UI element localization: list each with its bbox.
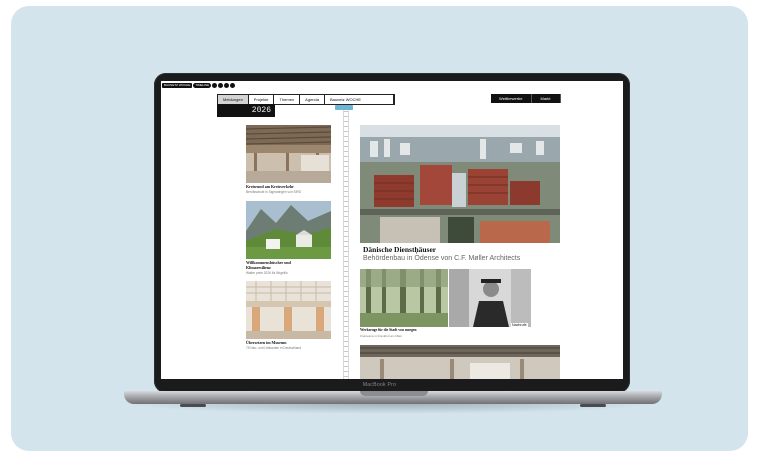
site-logo[interactable]: BAUNETZ WOCHE TIMELINE bbox=[162, 82, 236, 88]
article-subtitle: Walter preis 2026 für Brigellio bbox=[246, 271, 288, 275]
laptop-foot bbox=[180, 404, 206, 407]
article-subtitle: 75 Neu- und Umbauten in Deutschland bbox=[246, 346, 302, 350]
article-title[interactable]: Werkzeuge für die Stadt von morgen bbox=[360, 328, 417, 332]
article-image-interior[interactable] bbox=[360, 345, 560, 379]
device-model-label: MacBook Pro bbox=[362, 382, 397, 388]
article-title[interactable]: Kreisrund am Kreisverkehr bbox=[246, 184, 332, 189]
article-image-forest[interactable] bbox=[360, 269, 448, 327]
feature-subtitle: Behördenbau in Odense von C.F. Møller Ar… bbox=[363, 255, 521, 262]
laptop-notch bbox=[360, 391, 428, 396]
wood-roof-image bbox=[246, 125, 331, 183]
laptop-screen: BAUNETZ WOCHE TIMELINE Meldungen Projekt… bbox=[161, 81, 623, 379]
logo-text: BAUNETZ WOCHE bbox=[162, 82, 193, 88]
nachrufe-label[interactable]: Nachrufe bbox=[511, 323, 528, 327]
article-image-mountain-house[interactable] bbox=[246, 201, 331, 259]
feature-image-aerial-city[interactable] bbox=[360, 125, 560, 243]
forest-image bbox=[360, 269, 448, 327]
interior-image bbox=[360, 345, 560, 379]
museum-atrium-image bbox=[246, 281, 331, 339]
article-subtitle: Berufsschule in Sigmaringen von SIRO bbox=[246, 190, 302, 194]
timeline-marker[interactable] bbox=[335, 105, 353, 110]
circle-icon bbox=[224, 82, 230, 88]
laptop-foot bbox=[580, 404, 606, 407]
nav-markt[interactable]: Markt bbox=[531, 94, 561, 103]
feature-title[interactable]: Dänische Dienstḥäuser bbox=[363, 245, 436, 254]
nav-themen[interactable]: Themen bbox=[274, 95, 301, 104]
circle-icon bbox=[230, 82, 236, 88]
article-image-wood-roof[interactable] bbox=[246, 125, 331, 183]
circle-icon bbox=[218, 82, 224, 88]
nav-agenda[interactable]: Agenda bbox=[300, 95, 325, 104]
circle-icon bbox=[212, 82, 218, 88]
article-image-museum-atrium[interactable] bbox=[246, 281, 331, 339]
nav-projekte[interactable]: Projekte bbox=[249, 95, 275, 104]
article-title[interactable]: Willkommensbüscher und Klimaresilienz bbox=[246, 260, 312, 270]
article-title[interactable]: Übersetzen im Museum bbox=[246, 340, 332, 345]
mountain-house-image bbox=[246, 201, 331, 259]
article-subtitle: Freiraume in Frankfurt am Main bbox=[360, 334, 403, 338]
logo-pill: TIMELINE bbox=[193, 82, 212, 88]
portrait-image bbox=[449, 269, 531, 327]
year-selector[interactable]: 2026 bbox=[217, 104, 275, 117]
nav-baunetz-woche[interactable]: Baunetz WOCHE bbox=[325, 95, 395, 104]
nav-meldungen[interactable]: Meldungen bbox=[218, 95, 249, 104]
timeline-ruler[interactable] bbox=[343, 107, 349, 379]
article-image-portrait[interactable] bbox=[449, 269, 531, 327]
secondary-nav: Wettbewerbe Markt bbox=[491, 94, 561, 103]
aerial-city-image bbox=[360, 125, 560, 243]
nav-wettbewerbe[interactable]: Wettbewerbe bbox=[491, 94, 532, 103]
